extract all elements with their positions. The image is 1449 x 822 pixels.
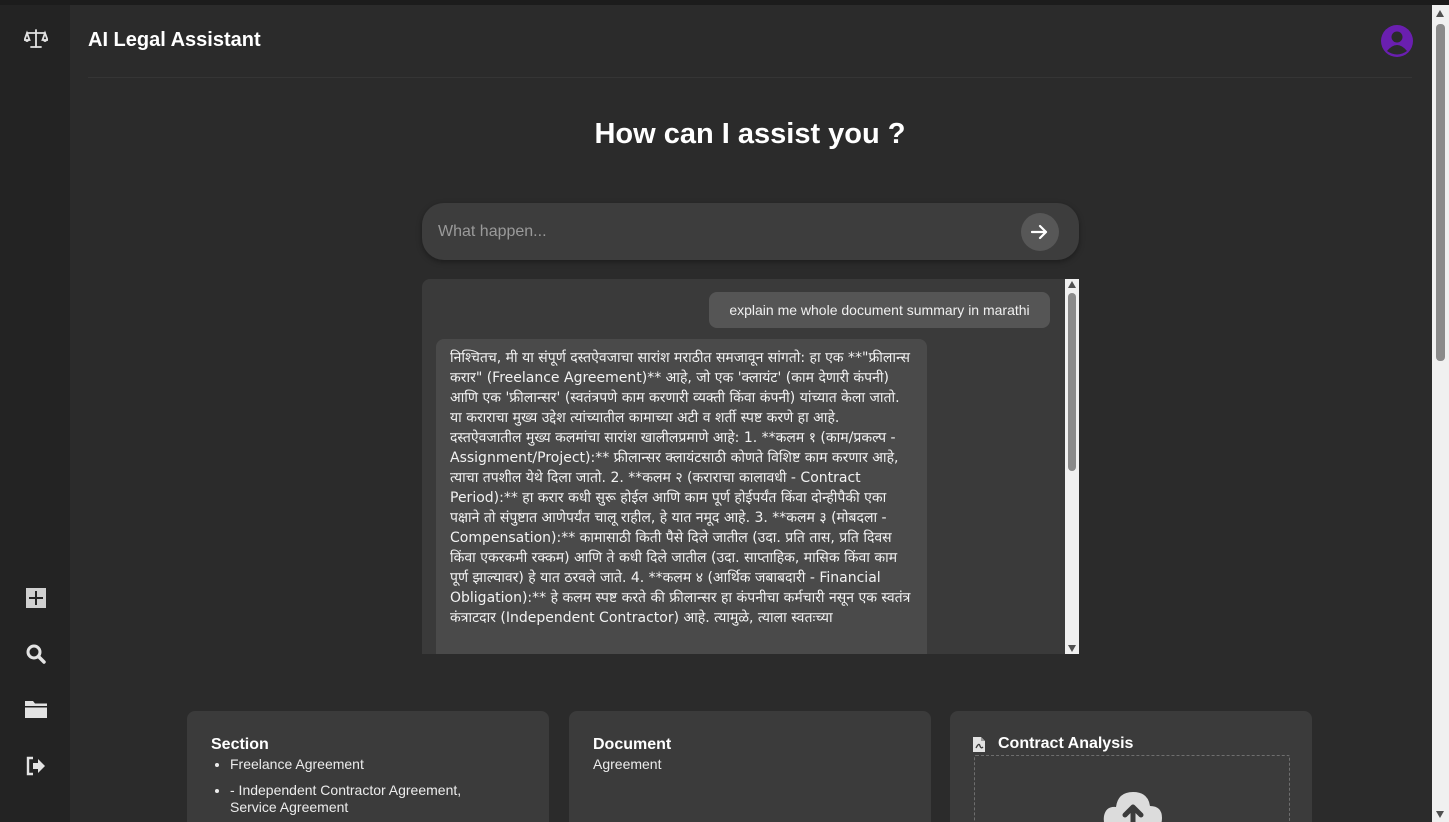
header-divider [88,77,1412,78]
section-list: Freelance Agreement - Independent Contra… [211,756,511,822]
page-title: How can I assist you ? [594,118,906,150]
scroll-down-arrow[interactable] [1436,811,1444,818]
contract-analysis-title: Contract Analysis [998,735,1134,752]
pdf-file-icon [973,736,985,752]
window-top-strip [0,0,1449,5]
arrow-right-icon [1031,224,1048,240]
search-icon[interactable] [22,640,50,668]
upload-dropzone[interactable] [974,755,1290,822]
page-scroll-thumb[interactable] [1436,24,1445,361]
chat-scroll-thumb[interactable] [1068,293,1076,471]
contract-analysis-card: Contract Analysis [950,711,1312,822]
logout-icon[interactable] [22,752,50,780]
document-card: Document Agreement [569,711,931,822]
user-message: explain me whole document summary in mar… [709,292,1050,328]
send-button[interactable] [1021,213,1059,251]
balance-scale-icon[interactable] [22,25,50,53]
assistant-message: निश्चितच, मी या संपूर्ण दस्तऐवजाचा सारां… [436,339,927,654]
contract-analysis-header: Contract Analysis [972,735,1133,753]
user-avatar-icon[interactable] [1380,24,1414,58]
chat-panel: explain me whole document summary in mar… [422,279,1079,654]
app-title: AI Legal Assistant [88,29,261,51]
document-type-value: Agreement [593,756,662,772]
document-card-title: Document [593,736,672,753]
section-card: Section Freelance Agreement - Independen… [187,711,549,822]
section-card-title: Section [211,736,269,753]
plus-icon[interactable] [22,584,50,612]
scroll-up-arrow[interactable] [1436,10,1444,17]
query-box [422,203,1079,260]
folder-icon[interactable] [22,695,50,723]
scroll-up-arrow[interactable] [1068,281,1076,288]
chat-scrollbar[interactable] [1065,279,1079,654]
list-item: - Independent Contractor Agreement, Serv… [211,782,511,816]
page-scrollbar[interactable] [1432,5,1449,822]
cloud-upload-icon [1103,792,1162,822]
list-item: Freelance Agreement [211,756,511,773]
query-input[interactable] [438,219,998,245]
scroll-down-arrow[interactable] [1068,645,1076,652]
